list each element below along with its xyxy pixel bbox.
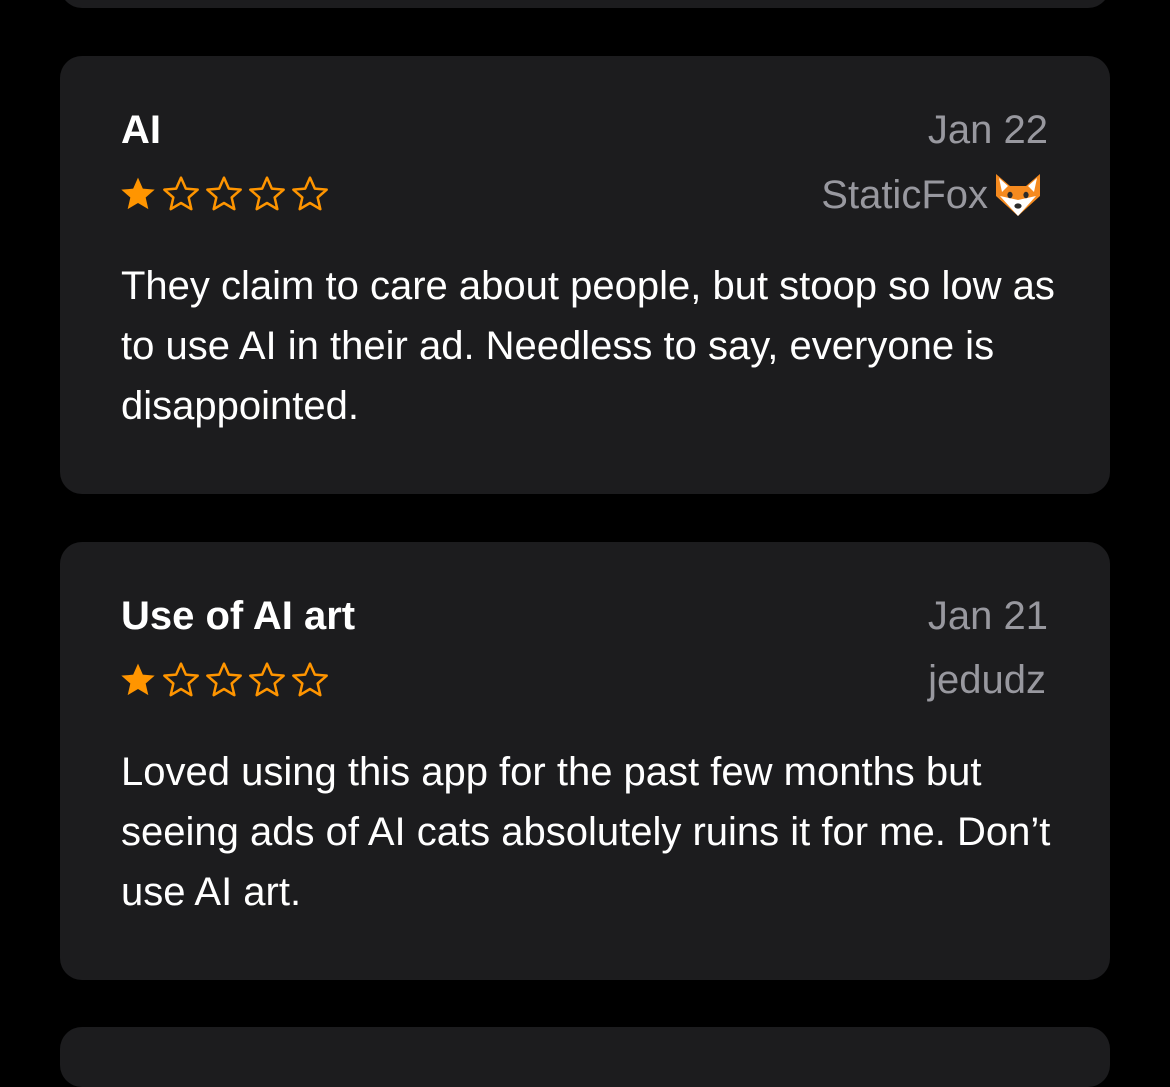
star-empty-icon — [206, 662, 242, 697]
star-empty-icon — [292, 662, 328, 697]
star-empty-icon — [206, 176, 242, 211]
review-title: AI — [121, 108, 161, 152]
star-empty-icon — [163, 176, 199, 211]
review-card-next[interactable] — [60, 1027, 1110, 1087]
star-filled-icon — [121, 663, 155, 696]
review-card[interactable]: Use of AI art Jan 21 jedudz Loved using … — [60, 542, 1110, 980]
star-empty-icon — [249, 176, 285, 211]
star-empty-icon — [249, 662, 285, 697]
star-rating — [118, 174, 333, 214]
star-empty-icon — [292, 176, 328, 211]
author-name: jedudz — [928, 658, 1046, 702]
author-name: StaticFox — [821, 173, 988, 217]
star-rating — [118, 660, 333, 700]
review-title: Use of AI art — [121, 594, 356, 638]
fox-face-icon — [996, 174, 1040, 216]
review-card-previous[interactable] — [60, 0, 1110, 8]
review-author: StaticFox — [821, 170, 1046, 220]
review-date: Jan 22 — [927, 108, 1048, 152]
review-date: Jan 21 — [927, 594, 1048, 638]
star-filled-icon — [121, 177, 155, 210]
review-body: Loved using this app for the past few mo… — [121, 750, 1051, 914]
review-card[interactable]: AI Jan 22 StaticFox They claim to care a… — [60, 56, 1110, 494]
review-body: They claim to care about people, but sto… — [121, 264, 1055, 428]
star-empty-icon — [163, 662, 199, 697]
review-author: jedudz — [928, 656, 1046, 704]
